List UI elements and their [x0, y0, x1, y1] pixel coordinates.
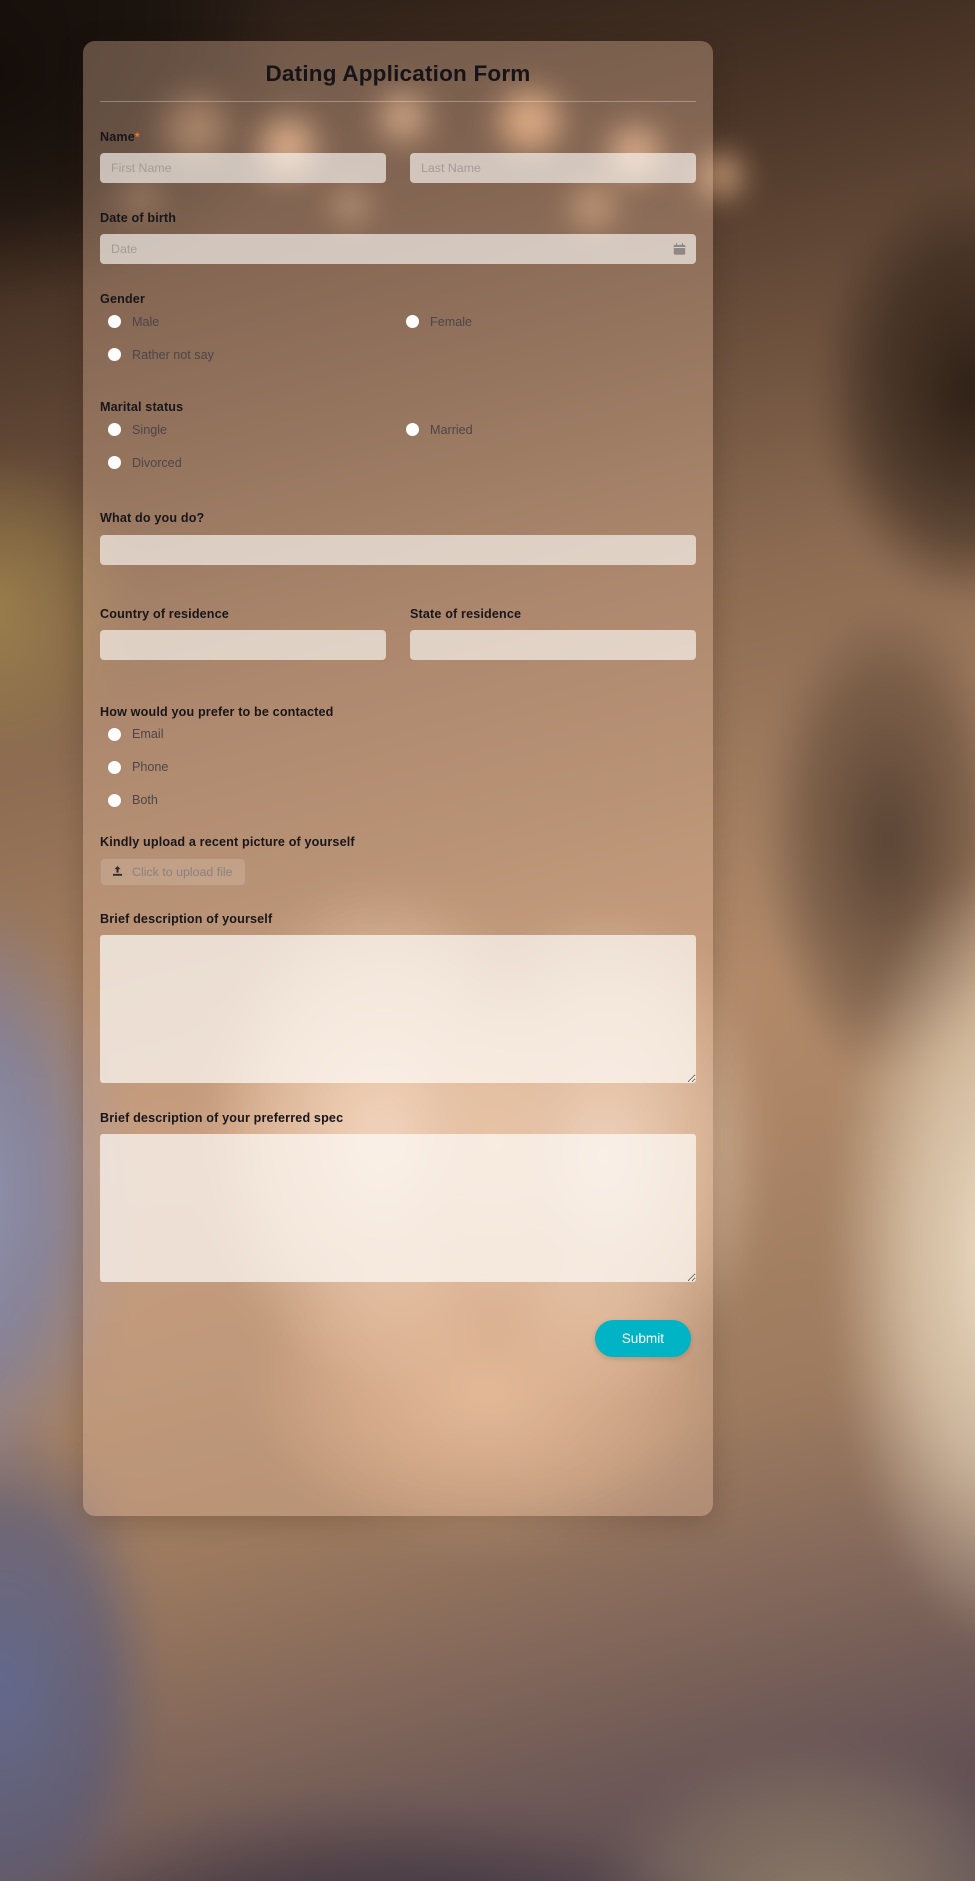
contact-option-label: Both	[132, 792, 158, 807]
radio-button-icon[interactable]	[406, 315, 419, 329]
upload-file-button[interactable]: Click to upload file	[100, 857, 246, 886]
gender-option-male[interactable]: Male	[100, 314, 398, 329]
gender-option-label: Female	[430, 314, 472, 329]
marital-status-option-married[interactable]: Married	[398, 422, 696, 437]
radio-button-icon[interactable]	[108, 727, 121, 741]
contact-option-label: Email	[132, 726, 164, 741]
field-name: Name*	[100, 102, 696, 184]
radio-button-icon[interactable]	[108, 423, 121, 437]
field-preferred-spec: Brief description of your preferred spec	[100, 1083, 696, 1283]
about-you-label: Brief description of yourself	[100, 911, 273, 926]
gender-option-female[interactable]: Female	[398, 314, 696, 329]
marital-status-label: Marital status	[100, 400, 184, 415]
contact-preference-radio-group: Email Phone Both	[100, 726, 696, 807]
radio-button-icon[interactable]	[406, 423, 419, 437]
last-name-input[interactable]	[410, 153, 696, 184]
contact-option-email[interactable]: Email	[100, 726, 696, 741]
occupation-input[interactable]	[100, 534, 696, 565]
page-root: Dating Application Form Name* Date of bi…	[0, 0, 975, 1881]
marital-status-option-single[interactable]: Single	[100, 422, 398, 437]
date-of-birth-label: Date of birth	[100, 211, 177, 226]
gender-radio-group: Male Female Rather not say	[100, 314, 696, 362]
field-photo-upload: Kindly upload a recent picture of yourse…	[100, 807, 696, 886]
required-asterisk: *	[134, 130, 140, 144]
page-title: Dating Application Form	[100, 41, 696, 102]
marital-status-radio-group: Single Married Divorced	[100, 422, 696, 470]
country-label: Country of residence	[100, 606, 229, 621]
field-about-you: Brief description of yourself	[100, 886, 696, 1083]
name-label-text: Name	[100, 130, 135, 144]
about-you-textarea[interactable]	[100, 934, 696, 1083]
date-of-birth-input-wrap	[100, 234, 696, 265]
first-name-input[interactable]	[100, 153, 386, 184]
marital-status-option-label: Divorced	[132, 455, 182, 470]
first-name-col	[100, 153, 386, 184]
submit-row: Submit	[100, 1282, 696, 1358]
radio-button-icon[interactable]	[108, 456, 121, 470]
field-date-of-birth: Date of birth	[100, 183, 696, 265]
preferred-spec-label: Brief description of your preferred spec	[100, 1110, 344, 1125]
marital-status-option-label: Single	[132, 422, 168, 437]
field-contact-preference: How would you prefer to be contacted Ema…	[100, 660, 696, 807]
field-residence: Country of residence State of residence	[100, 565, 696, 660]
state-label: State of residence	[410, 606, 522, 621]
field-gender: Gender Male Female Rather not say	[100, 264, 696, 362]
marital-status-option-label: Married	[430, 422, 473, 437]
upload-icon	[112, 866, 123, 877]
submit-button[interactable]: Submit	[594, 1320, 691, 1358]
contact-option-label: Phone	[132, 759, 169, 774]
photo-upload-label: Kindly upload a recent picture of yourse…	[100, 834, 355, 849]
radio-button-icon[interactable]	[108, 793, 121, 807]
contact-option-both[interactable]: Both	[100, 792, 696, 807]
field-occupation: What do you do?	[100, 469, 696, 565]
radio-button-icon[interactable]	[108, 760, 121, 774]
state-col: State of residence	[410, 607, 696, 660]
country-input[interactable]	[100, 629, 386, 660]
preferred-spec-textarea[interactable]	[100, 1134, 696, 1283]
contact-preference-label: How would you prefer to be contacted	[100, 704, 334, 719]
date-of-birth-input[interactable]	[100, 234, 696, 265]
state-input[interactable]	[410, 629, 696, 660]
radio-button-icon[interactable]	[108, 315, 121, 329]
dating-application-form-card: Dating Application Form Name* Date of bi…	[83, 41, 713, 1516]
gender-option-label: Rather not say	[132, 347, 214, 362]
marital-status-option-divorced[interactable]: Divorced	[100, 455, 398, 470]
radio-button-icon[interactable]	[108, 348, 121, 362]
gender-option-label: Male	[132, 314, 160, 329]
gender-label: Gender	[100, 292, 145, 307]
upload-button-label: Click to upload file	[132, 864, 233, 879]
residence-labels-row: Country of residence State of residence	[100, 607, 696, 660]
gender-option-rather-not-say[interactable]: Rather not say	[100, 347, 398, 362]
last-name-col	[410, 153, 696, 184]
field-marital-status: Marital status Single Married Divorced	[100, 361, 696, 470]
name-label: Name*	[100, 130, 696, 145]
occupation-label: What do you do?	[100, 511, 205, 526]
country-col: Country of residence	[100, 607, 386, 660]
contact-option-phone[interactable]: Phone	[100, 759, 696, 774]
name-inputs-row	[100, 153, 696, 184]
